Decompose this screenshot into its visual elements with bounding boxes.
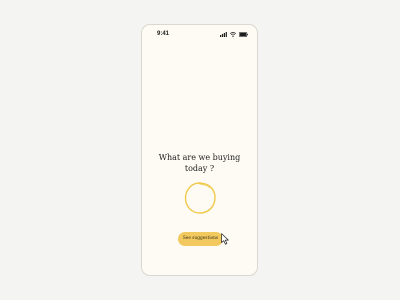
signal-icon	[220, 31, 227, 37]
prompt-heading: What are we buying today ?	[142, 152, 257, 174]
mouse-pointer-icon	[221, 233, 229, 245]
hand-drawn-circle-icon[interactable]	[182, 180, 218, 216]
battery-icon	[239, 31, 248, 37]
prompt-line-2: today ?	[184, 164, 215, 173]
phone-frame: 9:41 What are we buying today ? See sugg…	[141, 24, 258, 276]
prompt-line-1: What are we buying	[158, 153, 241, 162]
wifi-icon	[230, 31, 236, 37]
status-bar: 9:41	[142, 25, 257, 43]
status-icons	[220, 31, 248, 37]
status-time: 9:41	[157, 31, 170, 37]
see-suggestions-button[interactable]: See suggestions	[178, 232, 223, 246]
